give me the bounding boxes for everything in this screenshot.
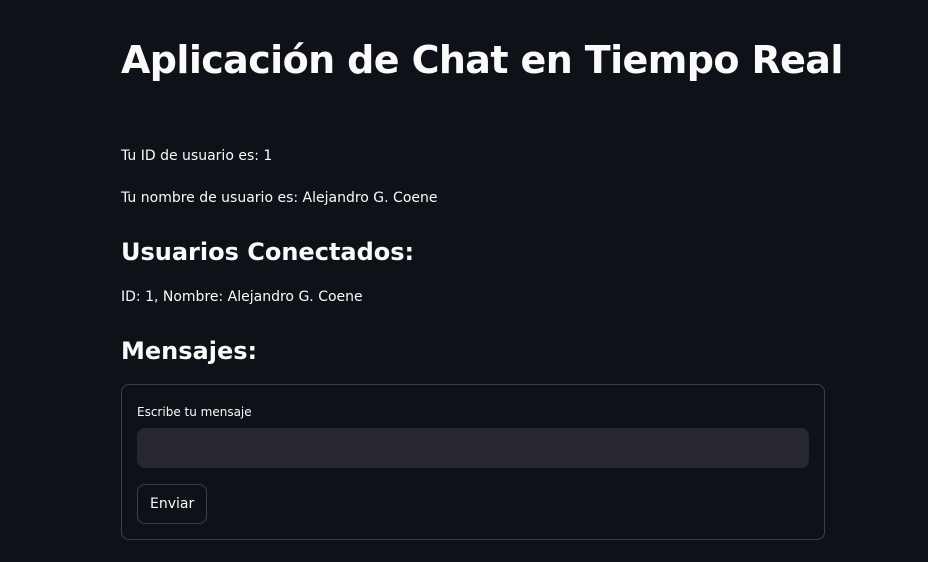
app-main: Aplicación de Chat en Tiempo Real Tu ID …	[0, 0, 928, 562]
message-input-label: Escribe tu mensaje	[137, 405, 252, 419]
send-button[interactable]: Enviar	[137, 484, 208, 524]
user-id-text: Tu ID de usuario es: 1	[121, 148, 273, 164]
message-input[interactable]	[137, 428, 809, 468]
page-title: Aplicación de Chat en Tiempo Real	[121, 38, 843, 82]
user-name-text: Tu nombre de usuario es: Alejandro G. Co…	[121, 190, 438, 206]
connected-users-heading: Usuarios Conectados:	[121, 238, 415, 266]
messages-heading: Mensajes:	[121, 337, 258, 365]
connected-user-item: ID: 1, Nombre: Alejandro G. Coene	[121, 289, 363, 305]
message-form: Escribe tu mensaje Enviar	[121, 384, 825, 540]
